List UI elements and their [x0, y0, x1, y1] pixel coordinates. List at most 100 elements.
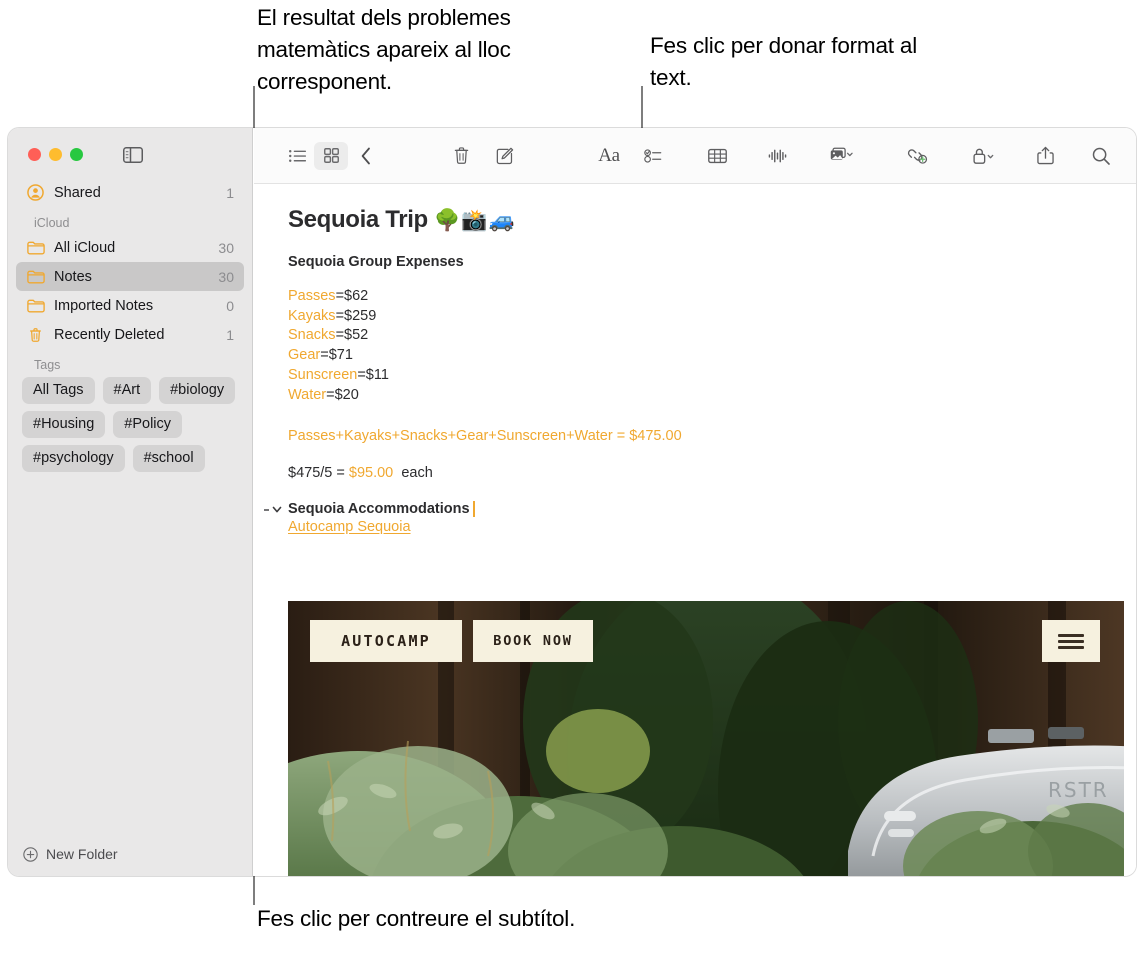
list-view-icon[interactable]	[280, 142, 314, 170]
sidebar-item-shared[interactable]: Shared 1	[16, 178, 244, 207]
new-folder-label: New Folder	[46, 846, 118, 862]
autocamp-logo-text: AUTOCAMP	[341, 632, 431, 650]
expense-value: =$71	[320, 347, 353, 363]
sidebar-item-all-icloud[interactable]: All iCloud 30	[16, 233, 244, 262]
autocamp-link[interactable]: Autocamp Sequoia	[288, 519, 1136, 535]
hamburger-lines	[1058, 631, 1084, 652]
checklist-icon[interactable]	[636, 142, 670, 170]
tag-housing[interactable]: #Housing	[22, 411, 105, 438]
expense-row: Snacks=$52	[288, 326, 1136, 346]
expense-row: Gear=$71	[288, 346, 1136, 366]
note-image-autocamp[interactable]: RSTR	[288, 601, 1124, 876]
each-suffix: each	[401, 465, 432, 481]
expense-variable: Kayaks	[288, 308, 336, 324]
expense-row: Passes=$62	[288, 287, 1136, 307]
expense-value: =$11	[357, 367, 389, 383]
tag-policy[interactable]: #Policy	[113, 411, 182, 438]
expense-variable: Water	[288, 387, 326, 403]
total-expression: Passes+Kayaks+Snacks+Gear+Sunscreen+Wate…	[288, 428, 613, 444]
total-expression-row: Passes+Kayaks+Snacks+Gear+Sunscreen+Wate…	[288, 426, 1136, 446]
screenshot-root: El resultat dels problemes matemàtics ap…	[0, 0, 1144, 974]
new-folder-button[interactable]: New Folder	[8, 832, 252, 876]
each-expression-row: $475/5 = $95.00 each	[288, 465, 1136, 481]
sidebar-item-label: Imported Notes	[54, 298, 226, 314]
callout-collapse-text: Fes clic per contreure el subtítol.	[257, 903, 587, 935]
folder-icon	[26, 269, 45, 284]
disclosure-chevron-down-icon[interactable]	[264, 503, 278, 517]
expense-variable: Sunscreen	[288, 367, 357, 383]
gallery-view-icon[interactable]	[314, 142, 348, 170]
sidebar-section-tags: Tags	[16, 349, 244, 375]
search-icon[interactable]	[1084, 142, 1118, 170]
autocamp-logo-badge[interactable]: AUTOCAMP	[310, 620, 462, 662]
book-now-badge[interactable]: BOOK NOW	[473, 620, 593, 662]
expense-row: Sunscreen=$11	[288, 366, 1136, 386]
expense-value: =$259	[336, 308, 377, 324]
audio-waveform-icon[interactable]	[760, 142, 794, 170]
sidebar: Shared 1 iCloud All iCloud 30	[8, 128, 253, 876]
tag-biology[interactable]: #biology	[159, 377, 235, 404]
sidebar-item-label: Notes	[54, 269, 218, 285]
zoom-button[interactable]	[70, 148, 83, 161]
each-result: $95.00	[349, 465, 393, 481]
trash-icon[interactable]	[444, 142, 478, 170]
window-controls	[8, 128, 252, 162]
compose-icon[interactable]	[488, 142, 522, 170]
sidebar-item-count: 0	[226, 298, 234, 314]
sidebar-item-count: 30	[218, 269, 234, 285]
tag-psychology[interactable]: #psychology	[22, 445, 125, 472]
expense-row: Water=$20	[288, 386, 1136, 406]
sidebar-item-label: All iCloud	[54, 240, 218, 256]
callout-format-text: Fes clic per donar format al text.	[650, 30, 950, 94]
sidebar-list: Shared 1 iCloud All iCloud 30	[8, 178, 252, 375]
toolbar: Aa	[254, 128, 1136, 184]
back-chevron-icon[interactable]	[358, 142, 374, 170]
svg-text:RSTR: RSTR	[1048, 778, 1109, 802]
collaborate-icon[interactable]	[900, 142, 934, 170]
sidebar-item-imported-notes[interactable]: Imported Notes 0	[16, 291, 244, 320]
sidebar-toggle-icon[interactable]	[123, 147, 142, 162]
media-icon[interactable]	[820, 142, 864, 170]
note-title-emoji: 🌳📸🚙	[434, 209, 515, 232]
note-section-heading: Sequoia Group Expenses	[288, 254, 1136, 270]
sidebar-item-notes[interactable]: Notes 30	[16, 262, 244, 291]
menu-hamburger-icon[interactable]	[1042, 620, 1100, 662]
share-icon[interactable]	[1028, 142, 1062, 170]
lock-icon[interactable]	[962, 142, 1004, 170]
main-pane: Aa	[254, 128, 1136, 876]
expense-variable: Passes	[288, 288, 336, 304]
expenses-list: Passes=$62 Kayaks=$259 Snacks=$52 Gear=$…	[288, 287, 1136, 405]
sidebar-item-count: 1	[226, 327, 234, 343]
sidebar-item-count: 1	[226, 185, 234, 201]
sidebar-section-icloud: iCloud	[16, 207, 244, 233]
callout-leader-line-math	[253, 86, 255, 130]
note-body[interactable]: Sequoia Trip 🌳📸🚙 Sequoia Group Expenses …	[254, 184, 1136, 876]
accommodations-heading: Sequoia Accommodations	[288, 501, 470, 517]
notes-app-window: Shared 1 iCloud All iCloud 30	[8, 128, 1136, 876]
total-equals: =	[617, 428, 625, 444]
tag-school[interactable]: #school	[133, 445, 205, 472]
tag-art[interactable]: #Art	[103, 377, 152, 404]
book-now-text: BOOK NOW	[493, 633, 572, 649]
folder-icon	[26, 240, 45, 255]
note-title: Sequoia Trip 🌳📸🚙	[288, 206, 1136, 234]
tag-all-tags[interactable]: All Tags	[22, 377, 95, 404]
sidebar-item-label: Recently Deleted	[54, 327, 226, 343]
text-cursor-caret	[473, 501, 475, 517]
each-equals: =	[336, 465, 344, 481]
sidebar-item-count: 30	[218, 240, 234, 256]
folder-icon	[26, 298, 45, 313]
tags-list: All Tags #Art #biology #Housing #Policy …	[8, 375, 252, 472]
expense-value: =$52	[336, 327, 369, 343]
format-aa-icon[interactable]: Aa	[592, 142, 626, 170]
expense-row: Kayaks=$259	[288, 307, 1136, 327]
table-icon[interactable]	[700, 142, 734, 170]
expense-variable: Gear	[288, 347, 320, 363]
trash-icon	[26, 327, 45, 343]
minimize-button[interactable]	[49, 148, 62, 161]
close-button[interactable]	[28, 148, 41, 161]
plus-circle-icon	[23, 847, 38, 862]
sidebar-item-recently-deleted[interactable]: Recently Deleted 1	[16, 320, 244, 349]
expense-value: =$62	[336, 288, 369, 304]
expense-value: =$20	[326, 387, 359, 403]
